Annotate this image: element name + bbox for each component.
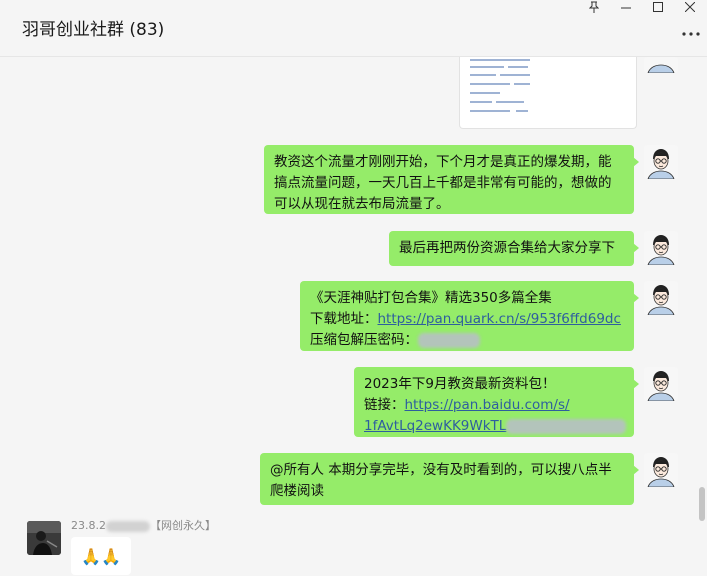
message-text: 搞点流量问题，一天几百上千都是非常有可能的，想做的 <box>274 175 612 191</box>
message-text: 2023年下9月教资最新资料包！ <box>364 376 556 392</box>
message-list[interactable]: 教资这个流量才刚刚开始，下个月才是真正的爆发期，能 搞点流量问题，一天几百上千都… <box>0 57 707 576</box>
maximize-icon[interactable] <box>642 0 674 14</box>
sender-name-prefix: 23.8.2 <box>71 519 106 532</box>
redacted-password <box>418 332 480 348</box>
user-avatar[interactable] <box>644 453 678 487</box>
user-avatar[interactable] <box>644 231 678 265</box>
message-bubble[interactable]: 2023年下9月教资最新资料包！ 链接：https://pan.baidu.co… <box>354 367 639 437</box>
message-text: @所有人 本期分享完毕，没有及时看到的，可以搜八点半 <box>270 462 612 478</box>
more-icon[interactable] <box>681 30 701 38</box>
baidu-link[interactable]: https://pan.baidu.com/s/ <box>405 397 570 413</box>
chat-header: 羽哥创业社群 (83) <box>0 0 707 57</box>
received-message-bubble[interactable]: 🙏🙏 <box>71 537 131 575</box>
sender-name: 23.8.2 【网创永久】 <box>71 517 216 533</box>
user-avatar[interactable] <box>644 281 678 315</box>
message-bubble[interactable]: 《天涯神贴打包合集》精选350多篇全集 下载地址：https://pan.qua… <box>300 281 639 351</box>
user-avatar[interactable] <box>644 367 678 401</box>
message-text: 教资这个流量才刚刚开始，下个月才是真正的爆发期，能 <box>274 154 612 170</box>
link-label: 链接： <box>364 397 405 413</box>
redacted-sender <box>106 520 150 532</box>
baidu-link-continued[interactable]: 1fAvtLq2ewKK9WkTL <box>364 418 506 434</box>
password-label: 压缩包解压密码： <box>310 332 418 348</box>
sender-avatar[interactable] <box>27 521 61 555</box>
link-label: 下载地址： <box>310 311 378 327</box>
image-message[interactable] <box>459 57 637 129</box>
pray-emoji: 🙏🙏 <box>81 546 121 566</box>
scrollbar-thumb[interactable] <box>699 487 705 521</box>
message-text: 爬楼阅读 <box>270 483 324 499</box>
redacted-link-tail <box>506 418 627 434</box>
download-link[interactable]: https://pan.quark.cn/s/953f6ffd69dc <box>378 311 621 327</box>
message-bubble[interactable]: 教资这个流量才刚刚开始，下个月才是真正的爆发期，能 搞点流量问题，一天几百上千都… <box>264 145 639 214</box>
user-avatar[interactable] <box>644 57 678 73</box>
user-avatar[interactable] <box>644 145 678 179</box>
message-bubble[interactable]: 最后再把两份资源合集给大家分享下 <box>389 231 639 266</box>
message-text: 可以从现在就去布局流量了。 <box>274 196 450 212</box>
message-text: 最后再把两份资源合集给大家分享下 <box>399 240 615 256</box>
pin-icon[interactable] <box>578 0 610 14</box>
close-icon[interactable] <box>674 0 706 14</box>
message-text: 《天涯神贴打包合集》精选350多篇全集 <box>310 290 552 306</box>
minimize-icon[interactable] <box>610 0 642 14</box>
sender-group-tag: 【网创永久】 <box>150 519 216 532</box>
chat-title: 羽哥创业社群 (83) <box>22 20 165 40</box>
message-bubble[interactable]: @所有人 本期分享完毕，没有及时看到的，可以搜八点半 爬楼阅读 <box>260 453 639 505</box>
